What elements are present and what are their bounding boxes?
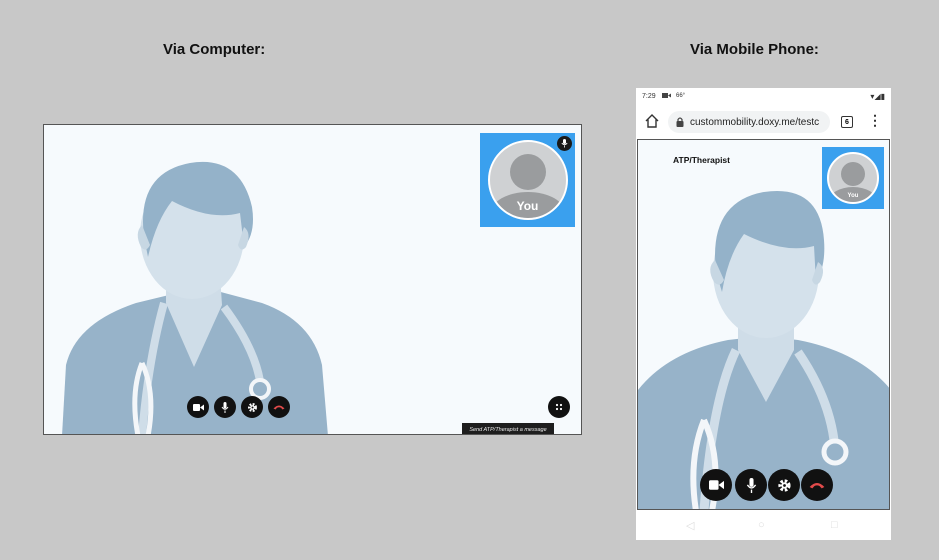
settings-gear-icon (777, 478, 791, 492)
microphone-icon (557, 136, 572, 151)
mobile-phone-screen: 7:29 66° ▾◢▮ custommobility.doxy.me/test… (636, 88, 891, 540)
grid-dots-icon (555, 403, 563, 411)
home-icon[interactable] (644, 113, 660, 129)
mobile-section-title: Via Mobile Phone: (690, 41, 819, 58)
signal-battery-icon: ▾◢▮ (870, 92, 885, 101)
self-view-label: You (847, 193, 859, 199)
video-camera-icon (192, 403, 204, 411)
recents-nav-icon[interactable]: □ (831, 519, 838, 531)
desktop-video-call: You Send ATP/Therapist a message (43, 124, 582, 435)
address-bar[interactable]: custommobility.doxy.me/testc (668, 111, 830, 133)
settings-button[interactable] (241, 396, 263, 418)
end-call-button[interactable] (801, 469, 833, 501)
browser-toolbar: custommobility.doxy.me/testc 6 ⋮ (636, 106, 891, 138)
end-call-icon (809, 483, 825, 489)
back-nav-icon[interactable]: ◁ (686, 519, 694, 532)
self-view-tile[interactable]: You (480, 133, 575, 227)
url-text: custommobility.doxy.me/testc (690, 116, 820, 128)
overflow-menu-icon[interactable]: ⋮ (868, 112, 882, 129)
end-call-icon (273, 405, 285, 410)
status-video-icon (662, 93, 671, 100)
microphone-toggle-button[interactable] (214, 396, 236, 418)
status-bar: 7:29 66° ▾◢▮ (636, 88, 891, 106)
android-nav-bar: ◁ ○ □ (636, 510, 891, 540)
remote-participant-name: ATP/Therapist (673, 155, 730, 165)
send-message-bar[interactable]: Send ATP/Therapist a message (462, 423, 554, 434)
lock-icon (676, 117, 684, 127)
self-view-tile[interactable]: You (822, 147, 884, 209)
self-avatar: You (487, 140, 568, 220)
tab-switcher-button[interactable]: 6 (841, 116, 853, 128)
video-toggle-button[interactable] (187, 396, 209, 418)
status-temperature: 66° (676, 93, 686, 99)
home-nav-icon[interactable]: ○ (758, 519, 765, 531)
layout-menu-button[interactable] (548, 396, 570, 418)
video-camera-icon (708, 480, 724, 490)
video-toggle-button[interactable] (700, 469, 732, 501)
self-view-label: You (516, 199, 539, 213)
settings-gear-icon (247, 402, 257, 412)
self-avatar: You (827, 152, 879, 204)
microphone-toggle-button[interactable] (735, 469, 767, 501)
end-call-button[interactable] (268, 396, 290, 418)
settings-button[interactable] (768, 469, 800, 501)
mobile-video-call: ATP/Therapist You (637, 139, 890, 510)
microphone-icon (746, 477, 756, 493)
microphone-icon (221, 401, 229, 413)
status-time: 7:29 (642, 93, 656, 100)
computer-section-title: Via Computer: (163, 41, 266, 58)
